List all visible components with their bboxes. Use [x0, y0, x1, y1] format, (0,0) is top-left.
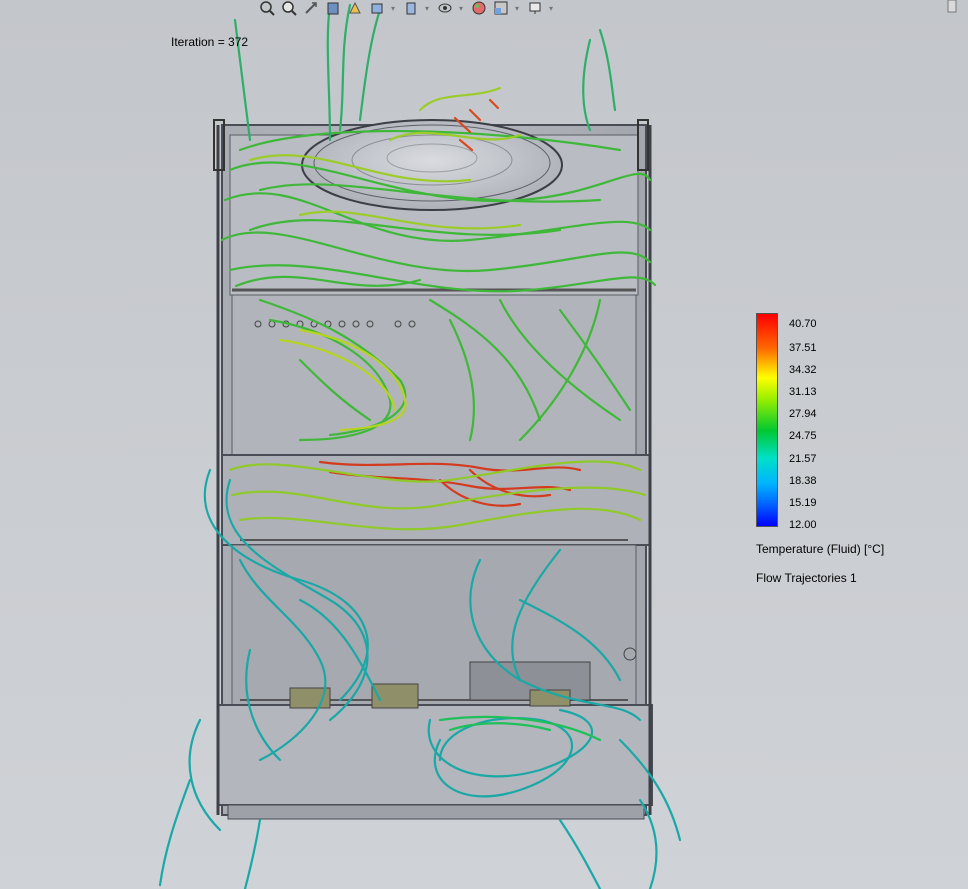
iteration-label: Iteration = 372 [171, 35, 249, 49]
legend-tick: 12.00 [789, 519, 817, 531]
legend-tick: 40.70 [789, 318, 817, 330]
display-style-icon[interactable] [402, 0, 420, 16]
dynamic-annotation-icon[interactable] [346, 0, 364, 16]
legend-trajectories-label: Flow Trajectories 1 [756, 571, 857, 585]
previous-view-icon[interactable] [302, 0, 320, 16]
legend-tick: 37.51 [789, 342, 817, 354]
section-view-icon[interactable] [324, 0, 342, 16]
legend-tick: 24.75 [789, 430, 817, 442]
legend-tick: 18.38 [789, 475, 817, 487]
view-settings-icon[interactable] [526, 0, 544, 16]
edit-appearance-icon[interactable] [470, 0, 488, 16]
dropdown-arrow-icon[interactable]: ▾ [514, 0, 520, 16]
legend-title: Temperature (Fluid) [°C] [756, 542, 885, 556]
view-orientation-icon[interactable] [368, 0, 386, 16]
dropdown-arrow-icon[interactable]: ▾ [424, 0, 430, 16]
corner-tab[interactable] [947, 0, 957, 13]
apply-scene-icon[interactable] [492, 0, 510, 16]
hide-show-icon[interactable] [436, 0, 454, 16]
heads-up-toolbar: ▾ ▾ ▾ ▾ ▾ [258, 0, 618, 16]
temperature-legend[interactable]: 40.70 37.51 34.32 31.13 27.94 24.75 21.5… [756, 313, 916, 593]
color-bar [756, 313, 778, 527]
dropdown-arrow-icon[interactable]: ▾ [458, 0, 464, 16]
legend-tick: 31.13 [789, 386, 817, 398]
zoom-area-icon[interactable] [280, 0, 298, 16]
zoom-to-fit-icon[interactable] [258, 0, 276, 16]
legend-tick: 21.57 [789, 453, 817, 465]
legend-tick: 34.32 [789, 364, 817, 376]
dropdown-arrow-icon[interactable]: ▾ [390, 0, 396, 16]
legend-tick: 27.94 [789, 408, 817, 420]
legend-tick: 15.19 [789, 497, 817, 509]
dropdown-arrow-icon[interactable]: ▾ [548, 0, 554, 16]
